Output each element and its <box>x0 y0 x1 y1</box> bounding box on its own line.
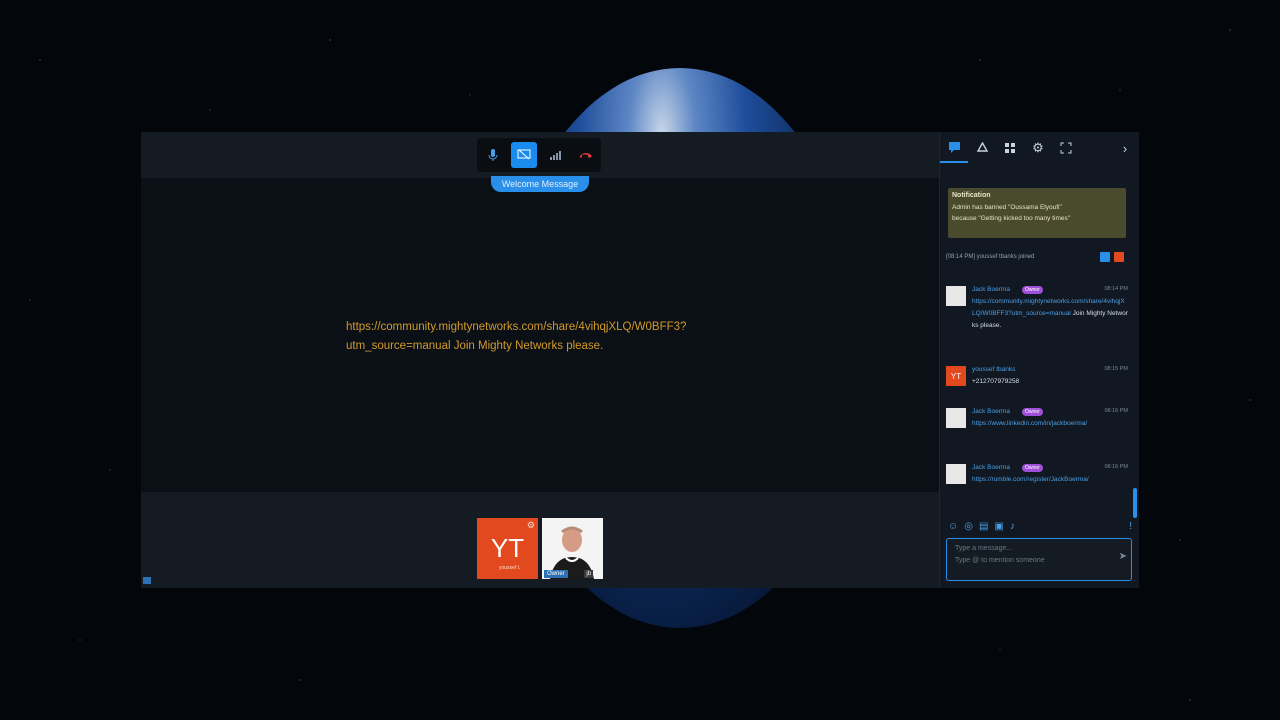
chat-message: Jack Boerma Owner 08:16 PM https://www.l… <box>946 408 1128 448</box>
owner-badge: Owner <box>1022 286 1043 294</box>
recycle-icon <box>976 142 988 152</box>
grid-icon <box>1005 143 1015 153</box>
screen-share-icon <box>517 149 530 160</box>
message-link[interactable]: https://rumble.com/register/JackBoerma/ <box>972 476 1089 483</box>
screen-icon[interactable] <box>1100 252 1110 262</box>
notification-body-1: Admin has banned "Oussama Elyoufi" <box>952 204 1062 211</box>
participant-initials: YT <box>490 533 525 563</box>
owner-tag: Owner <box>544 570 568 578</box>
participant-subname: youssef t. <box>499 565 521 571</box>
welcome-line-2: utm_source=manual Join Mighty Networks p… <box>346 340 604 352</box>
message-time: 08:16 PM <box>1104 408 1128 414</box>
avatar <box>946 464 966 484</box>
system-message: [08:14 PM] youssef tbanks joined <box>946 254 1035 260</box>
message-text: https://www.linkedin.com/in/jackboerma/ <box>972 418 1128 430</box>
hangup-button[interactable] <box>573 142 599 168</box>
message-composer[interactable]: Type a message... Type @ to mention some… <box>946 538 1132 581</box>
welcome-line-1: https://community.mightynetworks.com/sha… <box>346 321 687 333</box>
tab-chat[interactable] <box>940 133 968 163</box>
notification-card: Notification Admin has banned "Oussama E… <box>948 188 1126 238</box>
message-time: 08:16 PM <box>1104 464 1128 470</box>
chat-message: Jack Boerma Owner 08:14 PM https://commu… <box>946 286 1128 348</box>
stage-topbar: Welcome Message <box>141 132 939 192</box>
message-author: Jack Boerma <box>972 286 1010 293</box>
mic-icon[interactable]: ! <box>1129 521 1132 532</box>
layout-icon[interactable] <box>143 577 151 584</box>
composer-placeholder: Type a message... <box>955 545 1013 552</box>
chat-icon <box>948 142 960 153</box>
avatar <box>946 408 966 428</box>
chat-sidebar: ⚙ › Notification Admin has banned "Oussa… <box>939 132 1139 588</box>
mic-icon <box>488 149 497 161</box>
message-text: +212707979258 <box>972 378 1020 385</box>
hangup-icon <box>579 153 592 158</box>
send-icon[interactable]: ➤ <box>1119 551 1127 562</box>
message-author: Jack Boerma <box>972 408 1010 415</box>
gear-icon[interactable]: ⚙ <box>527 520 535 531</box>
message-time: 08:15 PM <box>1104 366 1128 372</box>
composer-hint: Type @ to mention someone <box>955 557 1045 564</box>
kick-icon[interactable] <box>1114 252 1124 262</box>
sticker-icon[interactable]: ◎ <box>964 521 973 532</box>
message-link[interactable]: https://www.linkedin.com/in/jackboerma/ <box>972 420 1087 427</box>
welcome-message-text: https://community.mightynetworks.com/sha… <box>346 318 746 356</box>
chat-message: YT youssef tbanks 08:15 PM +212707979258 <box>946 366 1128 394</box>
message-author: Jack Boerma <box>972 464 1010 471</box>
message-text: https://rumble.com/register/JackBoerma/ <box>972 474 1128 486</box>
image-icon[interactable]: ▣ <box>994 521 1003 532</box>
notification-body-2: because "Getting kicked too many times" <box>952 215 1071 222</box>
composer-toolbar: ☺ ◎ ▤ ▣ ♪ ! <box>948 520 1132 532</box>
collapse-sidebar-button[interactable]: › <box>1111 134 1139 162</box>
signal-button[interactable] <box>542 142 568 168</box>
participant-tile-yt[interactable]: YT ⚙ youssef t. <box>477 518 538 579</box>
call-controls <box>477 138 601 172</box>
participants-bar: YT ⚙ youssef t. Owner jb <box>141 492 939 588</box>
participant-tile-owner[interactable]: Owner jb <box>542 518 603 579</box>
message-time: 08:14 PM <box>1104 286 1128 292</box>
owner-badge: Owner <box>1022 464 1043 472</box>
chat-scrollbar[interactable] <box>1133 488 1137 518</box>
tab-settings[interactable]: ⚙ <box>1024 134 1052 162</box>
emoji-icon[interactable]: ☺ <box>948 521 958 532</box>
owner-badge: Owner <box>1022 408 1043 416</box>
meeting-app: Welcome Message https://community.mighty… <box>141 132 1139 588</box>
notification-title: Notification <box>952 192 991 199</box>
gif-icon[interactable]: ▤ <box>979 521 988 532</box>
mic-button[interactable] <box>480 142 506 168</box>
message-text: https://community.mightynetworks.com/sha… <box>972 296 1128 332</box>
avatar: YT <box>946 366 966 386</box>
chevron-right-icon: › <box>1122 140 1128 156</box>
fullscreen-icon <box>1060 142 1072 154</box>
signal-icon <box>549 151 561 160</box>
tab-fullscreen[interactable] <box>1052 134 1080 162</box>
tab-recycle[interactable] <box>968 134 996 162</box>
tab-grid[interactable] <box>996 134 1024 162</box>
avatar <box>946 286 966 306</box>
chat-message: Jack Boerma Owner 08:16 PM https://rumbl… <box>946 464 1128 504</box>
bell-icon[interactable]: ♪ <box>1010 521 1015 532</box>
welcome-message-toggle[interactable]: Welcome Message <box>491 176 589 192</box>
settings-icon: ⚙ <box>1032 140 1044 155</box>
screen-share-button[interactable] <box>510 142 537 168</box>
sidebar-tabs: ⚙ › <box>940 132 1139 164</box>
owner-subtag: jb <box>584 570 593 578</box>
video-stage: Welcome Message https://community.mighty… <box>141 132 939 588</box>
message-author: youssef tbanks <box>972 366 1016 373</box>
